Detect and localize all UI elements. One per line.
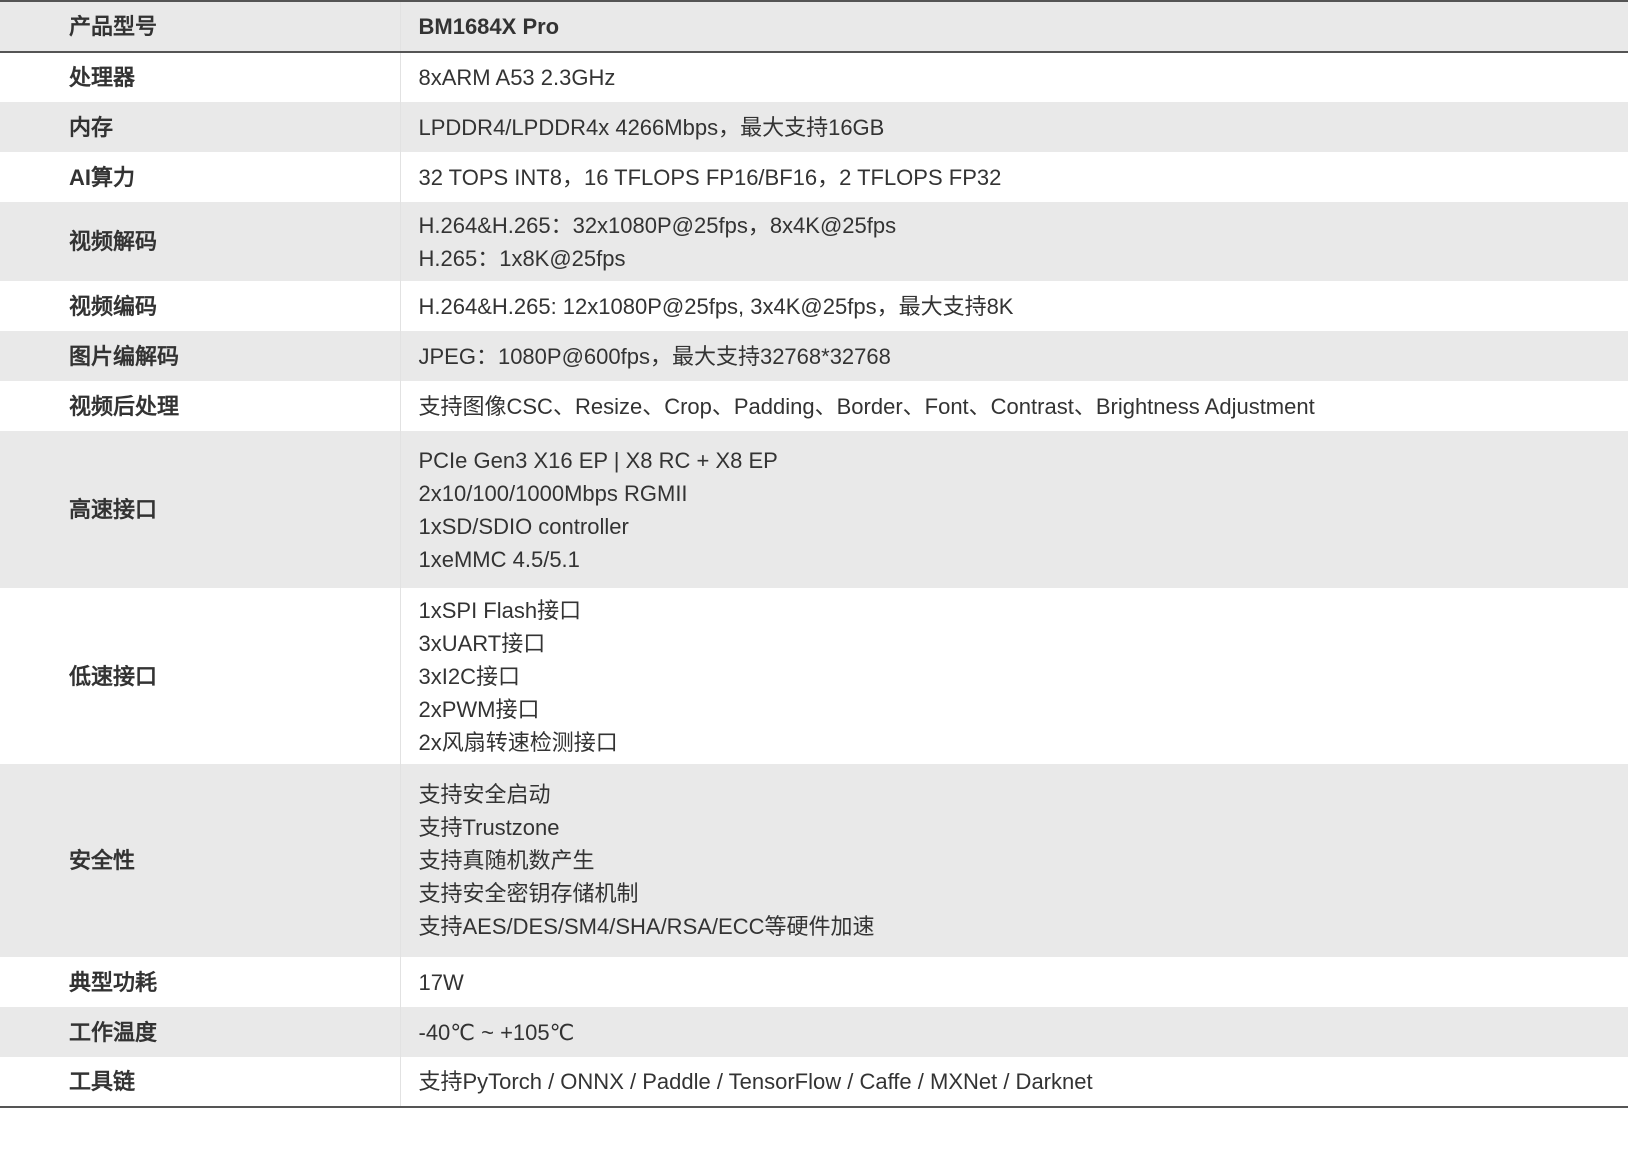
- value-line: 1xeMMC 4.5/5.1: [418, 546, 580, 572]
- row-value: PCIe Gen3 X16 EP | X8 RC + X8 EP 2x10/10…: [400, 431, 1628, 588]
- value-line: LPDDR4/LPDDR4x 4266Mbps，最大支持16GB: [418, 114, 885, 140]
- row-value: LPDDR4/LPDDR4x 4266Mbps，最大支持16GB: [400, 102, 1628, 152]
- value-line: 支持安全启动: [418, 782, 551, 807]
- value-line: 32 TOPS INT8，16 TFLOPS FP16/BF16，2 TFLOP…: [418, 164, 1002, 190]
- table-row: 工作温度 -40℃ ~ +105℃: [0, 1007, 1628, 1057]
- row-value: 支持图像CSC、Resize、Crop、Padding、Border、Font、…: [400, 381, 1628, 431]
- value-line: 支持安全密钥存储机制: [418, 881, 639, 906]
- value-line: 1xSD/SDIO controller: [418, 513, 629, 539]
- table-row: 内存 LPDDR4/LPDDR4x 4266Mbps，最大支持16GB: [0, 102, 1628, 152]
- table-row: 视频后处理 支持图像CSC、Resize、Crop、Padding、Border…: [0, 381, 1628, 431]
- value-line: PCIe Gen3 X16 EP | X8 RC + X8 EP: [418, 447, 778, 473]
- table-row: 工具链 支持PyTorch / ONNX / Paddle / TensorFl…: [0, 1057, 1628, 1107]
- value-line: JPEG：1080P@600fps，最大支持32768*32768: [418, 343, 891, 369]
- value-line: 支持Trustzone: [418, 815, 560, 840]
- table-row: 图片编解码 JPEG：1080P@600fps，最大支持32768*32768: [0, 331, 1628, 381]
- row-value: 支持安全启动 支持Trustzone 支持真随机数产生 支持安全密钥存储机制 支…: [400, 764, 1628, 957]
- row-value: H.264&H.265: 12x1080P@25fps, 3x4K@25fps，…: [400, 281, 1628, 331]
- value-line: 2xPWM接口: [418, 696, 540, 722]
- value-line: 支持PyTorch / ONNX / Paddle / TensorFlow /…: [418, 1069, 1093, 1094]
- value-line: 支持真随机数产生: [418, 848, 595, 873]
- table-header-row: 产品型号 BM1684X Pro: [0, 1, 1628, 52]
- row-label: 高速接口: [0, 431, 401, 588]
- row-label: AI算力: [0, 152, 401, 202]
- row-value: 32 TOPS INT8，16 TFLOPS FP16/BF16，2 TFLOP…: [400, 152, 1628, 202]
- table-row: 典型功耗 17W: [0, 957, 1628, 1007]
- value-line: 17W: [418, 969, 464, 995]
- value-line: 支持AES/DES/SM4/SHA/RSA/ECC等硬件加速: [418, 914, 875, 939]
- row-label: 工具链: [0, 1057, 401, 1107]
- row-label: 安全性: [0, 764, 401, 957]
- row-label: 处理器: [0, 52, 401, 102]
- value-line: 支持图像CSC、Resize、Crop、Padding、Border、Font、…: [418, 393, 1315, 419]
- value-line: 2x10/100/1000Mbps RGMII: [418, 480, 688, 506]
- header-value: BM1684X Pro: [400, 1, 1628, 52]
- table-row: 处理器 8xARM A53 2.3GHz: [0, 52, 1628, 102]
- value-line: -40℃ ~ +105℃: [418, 1019, 575, 1045]
- value-line: 8xARM A53 2.3GHz: [418, 65, 616, 90]
- table-row: 低速接口 1xSPI Flash接口 3xUART接口 3xI2C接口 2xPW…: [0, 588, 1628, 764]
- row-value: 支持PyTorch / ONNX / Paddle / TensorFlow /…: [400, 1057, 1628, 1107]
- table-row: 视频解码 H.264&H.265：32x1080P@25fps，8x4K@25f…: [0, 202, 1628, 281]
- value-line: 2x风扇转速检测接口: [418, 729, 618, 755]
- spec-table: 产品型号 BM1684X Pro 处理器 8xARM A53 2.3GHz 内存…: [0, 0, 1628, 1108]
- row-label: 视频解码: [0, 202, 401, 281]
- row-value: 1xSPI Flash接口 3xUART接口 3xI2C接口 2xPWM接口 2…: [400, 588, 1628, 764]
- row-label: 低速接口: [0, 588, 401, 764]
- value-line: H.264&H.265: 12x1080P@25fps, 3x4K@25fps，…: [418, 293, 1014, 319]
- row-label: 内存: [0, 102, 401, 152]
- value-line: H.265：1x8K@25fps: [418, 245, 626, 271]
- row-label: 视频后处理: [0, 381, 401, 431]
- value-line: 3xI2C接口: [418, 663, 520, 689]
- table-row: 视频编码 H.264&H.265: 12x1080P@25fps, 3x4K@2…: [0, 281, 1628, 331]
- row-value: H.264&H.265：32x1080P@25fps，8x4K@25fps H.…: [400, 202, 1628, 281]
- table-row: AI算力 32 TOPS INT8，16 TFLOPS FP16/BF16，2 …: [0, 152, 1628, 202]
- row-label: 典型功耗: [0, 957, 401, 1007]
- header-label: 产品型号: [0, 1, 401, 52]
- row-value: -40℃ ~ +105℃: [400, 1007, 1628, 1057]
- row-value: 17W: [400, 957, 1628, 1007]
- row-value: 8xARM A53 2.3GHz: [400, 52, 1628, 102]
- table-row: 安全性 支持安全启动 支持Trustzone 支持真随机数产生 支持安全密钥存储…: [0, 764, 1628, 957]
- row-value: JPEG：1080P@600fps，最大支持32768*32768: [400, 331, 1628, 381]
- table-row: 高速接口 PCIe Gen3 X16 EP | X8 RC + X8 EP 2x…: [0, 431, 1628, 588]
- value-line: 3xUART接口: [418, 630, 546, 656]
- row-label: 图片编解码: [0, 331, 401, 381]
- value-line: H.264&H.265：32x1080P@25fps，8x4K@25fps: [418, 212, 897, 238]
- value-line: 1xSPI Flash接口: [418, 597, 582, 623]
- row-label: 工作温度: [0, 1007, 401, 1057]
- row-label: 视频编码: [0, 281, 401, 331]
